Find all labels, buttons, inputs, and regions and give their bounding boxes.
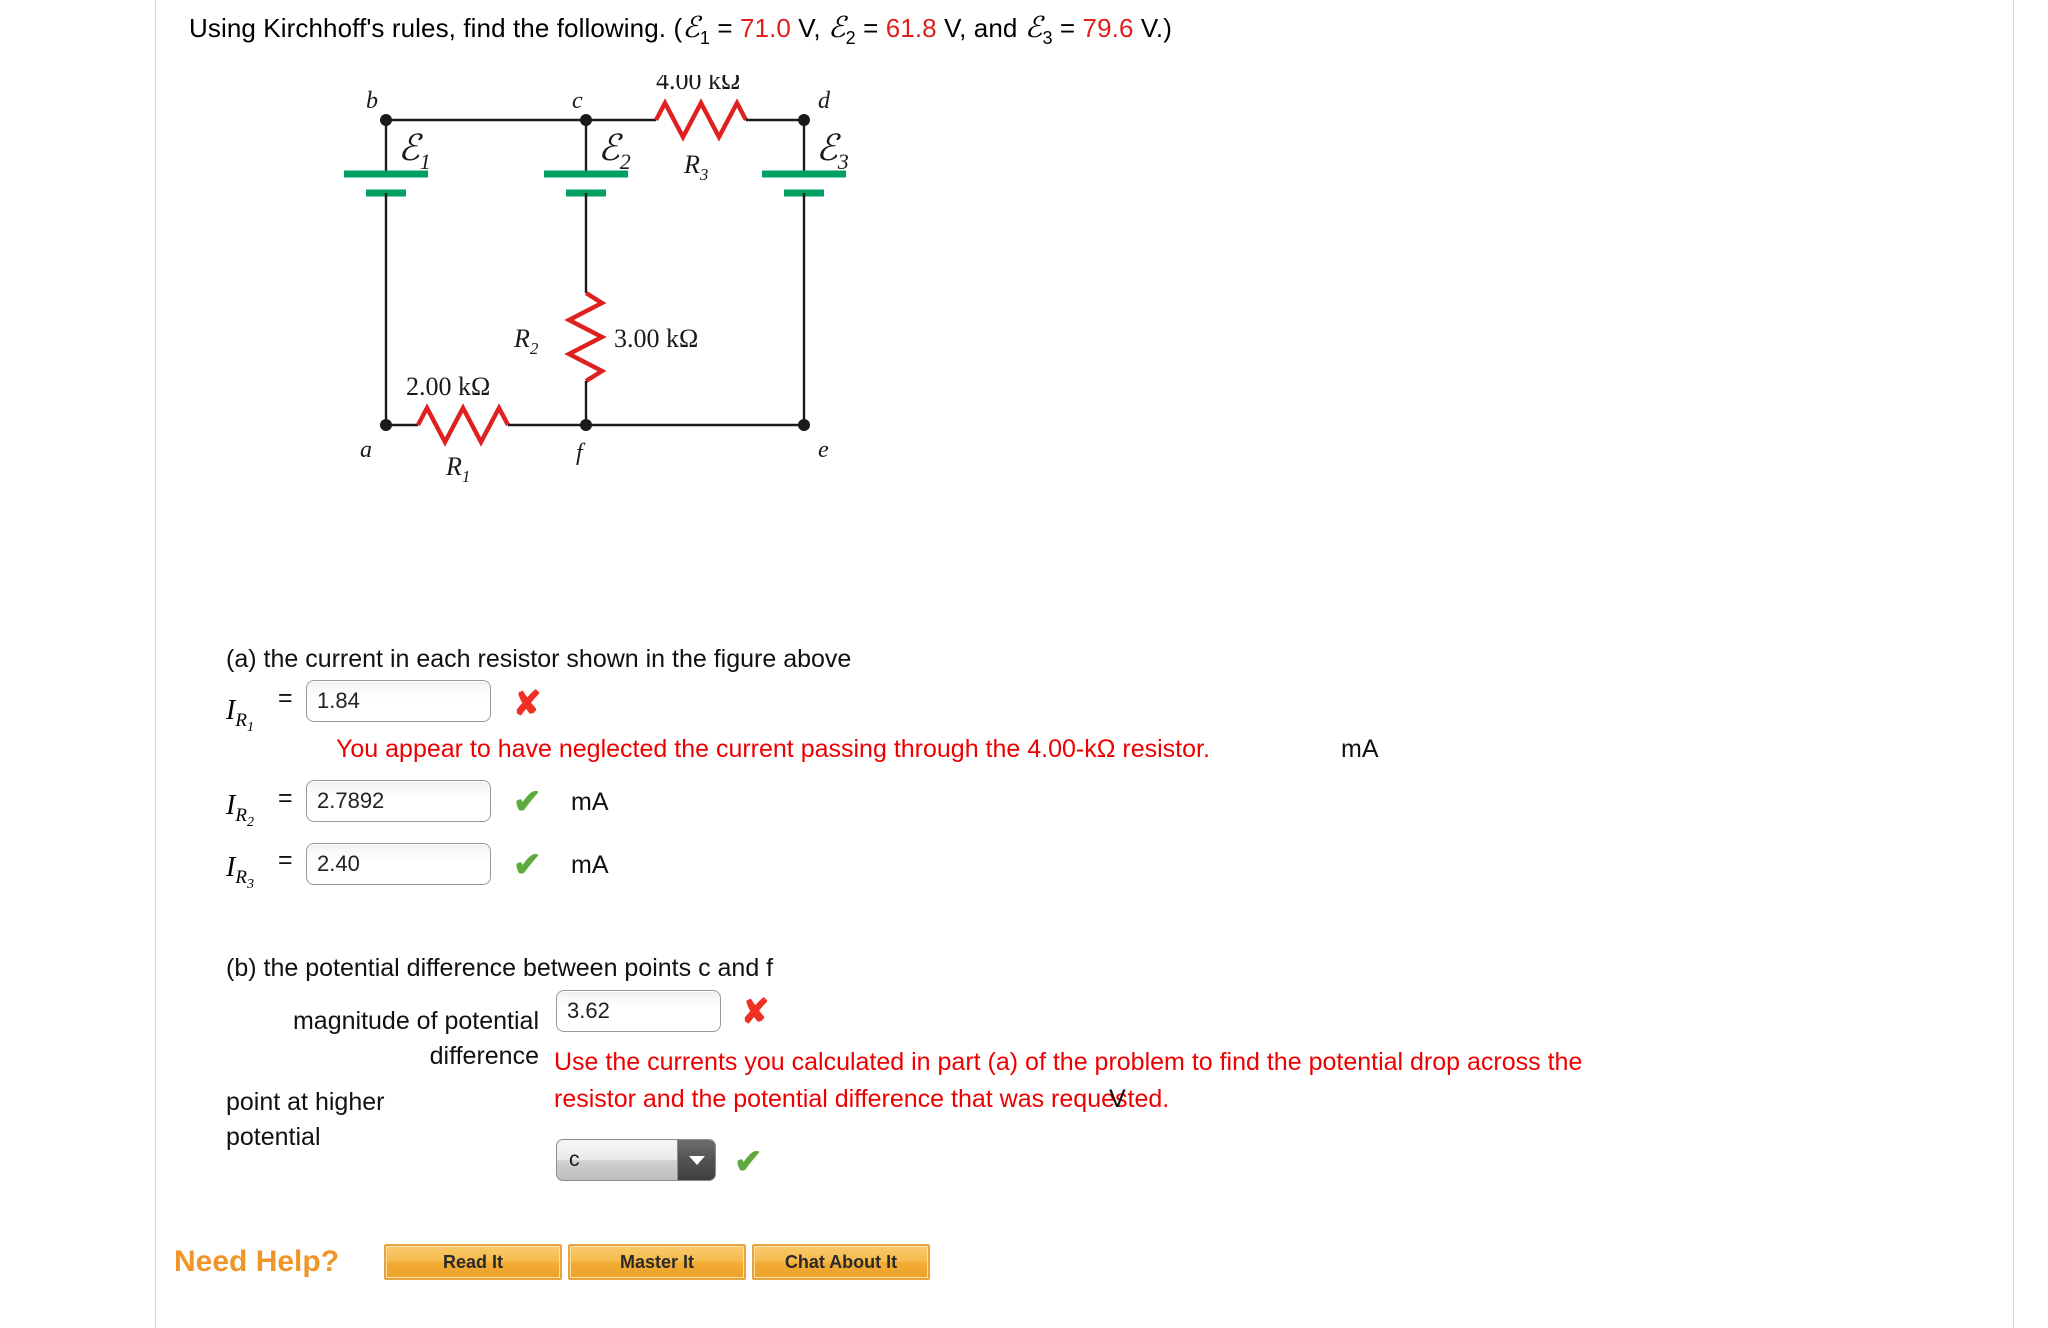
emf1-equals: = [710, 13, 740, 43]
unit-current-r3: mA [571, 851, 609, 879]
emf2-value: 61.8 [885, 13, 937, 43]
emf3-unit: V.) [1133, 13, 1172, 43]
unit-current-r1: mA [1341, 735, 1379, 763]
unit-potential-difference: V [1109, 1085, 1126, 1113]
node-label-f: f [576, 440, 586, 466]
input-current-r1[interactable]: 1.84 [306, 680, 491, 722]
node-label-e: e [818, 437, 829, 463]
part-b-magnitude-label-line2: difference [429, 1042, 539, 1070]
feedback-potential-difference-line2: resistor and the potential difference th… [554, 1085, 1170, 1113]
dropdown-selected-value: c [569, 1148, 580, 1171]
circuit-diagram: b c d a f e ℰ1 ℰ2 ℰ3 4.00 kΩ R3 R2 3.00 … [326, 75, 946, 495]
resistor-r3-value: 4.00 kΩ [656, 75, 740, 95]
part-a-question: (a) the current in each resistor shown i… [226, 645, 852, 673]
feedback-current-r1: You appear to have neglected the current… [336, 735, 1210, 763]
node-dot-b [380, 114, 392, 126]
resistor-r3-zigzag [654, 98, 748, 142]
need-help-title: Need Help? [174, 1245, 340, 1278]
feedback-potential-difference-line1: Use the currents you calculated in part … [554, 1048, 1583, 1076]
resistor-r1-name: R1 [445, 452, 470, 486]
emf2-unit: V, and [936, 13, 1025, 43]
circuit-emf3-label: ℰ3 [816, 128, 849, 174]
node-dot-c [580, 114, 592, 126]
resistor-r3-name: R3 [683, 150, 708, 184]
part-b-point-label-line1: point at higher [226, 1088, 385, 1116]
circuit-emf2-label: ℰ2 [598, 128, 631, 174]
status-incorrect-current-r1: ✘ [513, 685, 542, 723]
resistor-r2-value: 3.00 kΩ [614, 324, 698, 353]
page-divider-right [2013, 0, 2014, 1328]
node-label-a: a [360, 437, 372, 463]
part-a-row-1-equals: = [278, 784, 293, 812]
node-dot-e [798, 419, 810, 431]
status-correct-current-r2: ✔ [513, 783, 542, 821]
emf1-symbol: ℰ1 [682, 12, 711, 48]
part-a-row-2-symbol: IR3 [226, 852, 254, 892]
emf2-symbol: ℰ2 [828, 12, 856, 48]
dropdown-point-higher-potential[interactable]: c [556, 1139, 716, 1181]
part-a-row-2-equals: = [278, 846, 293, 874]
chevron-down-icon[interactable] [677, 1140, 715, 1180]
input-potential-difference[interactable]: 3.62 [556, 990, 721, 1032]
part-b-question: (b) the potential difference between poi… [226, 954, 774, 982]
resistor-r1-zigzag [416, 403, 510, 447]
emf3-symbol: ℰ3 [1024, 12, 1053, 48]
chat-about-it-button[interactable]: Chat About It [752, 1244, 930, 1280]
part-a-row-0-symbol: IR1 [226, 695, 254, 735]
part-a-row-1-symbol: IR2 [226, 790, 254, 830]
resistor-r2-zigzag [564, 291, 607, 383]
problem-statement: Using Kirchhoff's rules, find the follow… [189, 10, 1172, 49]
node-label-b: b [366, 88, 378, 114]
part-b-magnitude-label-line1: magnitude of potential [292, 1007, 539, 1035]
read-it-button[interactable]: Read It [384, 1244, 562, 1280]
emf3-value: 79.6 [1082, 13, 1134, 43]
part-a-row-0-equals: = [278, 684, 293, 712]
resistor-r1-value: 2.00 kΩ [406, 372, 490, 401]
node-dot-d [798, 114, 810, 126]
circuit-svg: b c d a f e ℰ1 ℰ2 ℰ3 4.00 kΩ R3 R2 3.00 … [344, 75, 849, 486]
resistor-r2-name: R2 [513, 324, 539, 358]
master-it-button[interactable]: Master It [568, 1244, 746, 1280]
node-dot-f [580, 419, 592, 431]
problem-statement-lead: Using Kirchhoff's rules, find the follow… [189, 13, 683, 43]
status-incorrect-potential-difference: ✘ [741, 993, 770, 1031]
node-dot-a [380, 419, 392, 431]
input-current-r2[interactable]: 2.7892 [306, 780, 491, 822]
emf2-equals: = [855, 13, 886, 43]
node-label-d: d [818, 88, 831, 114]
problem-content: Using Kirchhoff's rules, find the follow… [156, 0, 2013, 1328]
status-correct-point-higher-potential: ✔ [734, 1143, 763, 1181]
unit-current-r2: mA [571, 788, 609, 816]
circuit-emf1-label: ℰ1 [398, 128, 431, 174]
emf1-value: 71.0 [739, 13, 791, 43]
emf3-equals: = [1052, 13, 1083, 43]
input-current-r3[interactable]: 2.40 [306, 843, 491, 885]
emf1-unit: V, [790, 13, 828, 43]
node-label-c: c [572, 88, 583, 114]
part-b-point-label-line2: potential [226, 1123, 321, 1151]
status-correct-current-r3: ✔ [513, 846, 542, 884]
